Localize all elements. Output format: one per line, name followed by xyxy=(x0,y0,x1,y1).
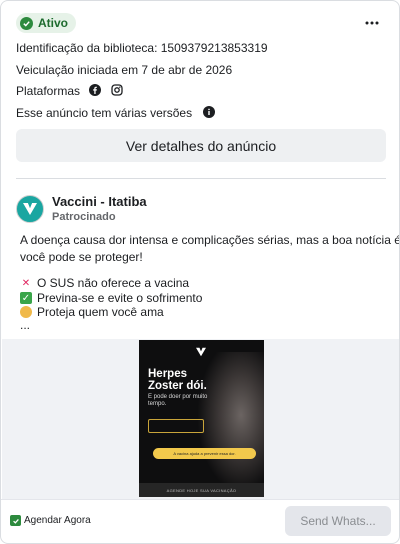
advertiser-name[interactable]: Vaccini - Itatiba xyxy=(52,194,147,209)
ad-body-text: A doença causa dor intensa e complicaçõe… xyxy=(20,232,400,266)
ad-creative-image[interactable]: Herpes Zoster dói. E pode doer por muito… xyxy=(139,340,264,497)
ad-bullet: ✕ O SUS não oferece a vacina xyxy=(20,276,189,290)
facebook-icon xyxy=(89,84,102,99)
send-whatsapp-button[interactable]: Send Whats... xyxy=(285,506,391,536)
people-hugging-icon xyxy=(20,306,32,318)
ad-bullet: Proteja quem você ama xyxy=(20,305,164,319)
info-icon[interactable] xyxy=(203,106,216,121)
ad-details-button[interactable]: Ver detalhes do anúncio xyxy=(16,129,386,162)
ad-card: Ativo Identificação da biblioteca: 15093… xyxy=(0,0,400,544)
versions-row: Esse anúncio tem várias versões xyxy=(16,106,216,121)
ad-bullet: ✓ Previna-se e evite o sofrimento xyxy=(20,291,202,305)
status-row: Ativo xyxy=(16,13,384,33)
calendar-check-icon xyxy=(10,515,21,526)
status-badge: Ativo xyxy=(16,13,76,33)
vaccini-logo-icon xyxy=(23,203,37,215)
more-options-button[interactable] xyxy=(360,13,384,33)
instagram-icon xyxy=(111,84,123,99)
creative-footer: AGENDE HOJE SUA VACINAÇÃO xyxy=(139,483,264,497)
ad-body-line: A doença causa dor intensa e complicaçõe… xyxy=(20,233,400,247)
cta-label: Agendar Agora xyxy=(24,515,91,526)
library-id: Identificação da biblioteca: 15093792138… xyxy=(16,41,268,55)
creative-subtitle: E pode doer por muito tempo. xyxy=(148,394,208,407)
platforms-row: Plataformas xyxy=(16,84,123,99)
check-mark-button-icon: ✓ xyxy=(20,292,32,304)
creative-rating-box xyxy=(148,419,204,433)
ad-body-line: você pode se proteger! xyxy=(20,250,143,264)
creative-logo-icon xyxy=(196,347,206,357)
creative-cta: A vacina ajuda a prevenir essa dor. xyxy=(153,448,256,459)
more-horizontal-icon xyxy=(365,21,379,25)
creative-title-line: Herpes xyxy=(148,368,187,380)
ad-bullet-text: Proteja quem você ama xyxy=(37,305,164,319)
creative-title-line: Zoster dói. xyxy=(148,380,207,392)
see-more-ellipsis[interactable]: ... xyxy=(20,318,30,332)
platforms-label: Plataformas xyxy=(16,84,81,98)
check-circle-icon xyxy=(20,16,33,30)
run-start-date: Veiculação iniciada em 7 de abr de 2026 xyxy=(16,63,233,77)
divider xyxy=(16,178,386,179)
ad-bullet-text: O SUS não oferece a vacina xyxy=(37,276,190,290)
ad-bullet-text: Previna-se e evite o sofrimento xyxy=(37,291,203,305)
cross-mark-icon: ✕ xyxy=(21,277,31,289)
creative-title: Herpes Zoster dói. xyxy=(148,368,228,392)
sponsored-label: Patrocinado xyxy=(52,211,116,223)
status-label: Ativo xyxy=(38,16,68,30)
footer-divider xyxy=(1,499,399,500)
advertiser-avatar[interactable] xyxy=(16,195,44,223)
versions-label: Esse anúncio tem várias versões xyxy=(16,106,193,120)
